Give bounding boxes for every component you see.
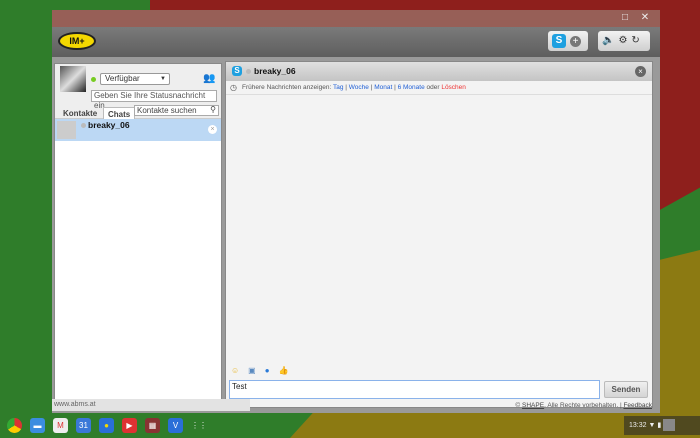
contact-row[interactable]: breaky_06 × <box>55 119 221 141</box>
files-icon[interactable]: ▬ <box>30 418 45 433</box>
image-icon[interactable]: ▣ <box>248 366 256 375</box>
feedback-link[interactable]: Feedback <box>623 402 652 409</box>
profile-section: Verfügbar ▼ 👥 Geben Sie Ihre Statusnachri… <box>55 64 221 120</box>
settings-icon[interactable]: ⚙ <box>618 34 627 48</box>
settings-group: 🔈 ⚙ ↻ <box>598 31 650 51</box>
chat-panel: S breaky_06 × ◷ Frühere Nachrichten anze… <box>225 61 653 408</box>
message-area <box>226 95 652 351</box>
system-tray[interactable]: 13:32 ▼ ▮ <box>624 416 700 435</box>
user-avatar <box>663 419 676 432</box>
delete-history-link[interactable]: Löschen <box>441 84 466 91</box>
contact-name: breaky_06 <box>88 120 130 130</box>
volume-icon[interactable]: 🔈 <box>602 34 614 48</box>
status-value: Verfügbar <box>105 74 140 83</box>
send-button[interactable]: Senden <box>604 381 648 398</box>
contact-search-input[interactable]: Kontakte suchen ⚲ <box>134 105 219 116</box>
nudge-icon[interactable]: ● <box>265 366 270 375</box>
accounts-group: S + <box>548 31 588 51</box>
close-chat-icon[interactable]: × <box>635 66 646 77</box>
search-icon[interactable]: ⚲ <box>210 105 216 114</box>
wifi-icon: ▼ <box>648 422 656 429</box>
history-day-link[interactable]: Tag <box>333 84 343 91</box>
search-placeholder: Kontakte suchen <box>137 106 197 115</box>
add-account-icon[interactable]: + <box>570 35 581 47</box>
history-week-link[interactable]: Woche <box>349 84 369 91</box>
maximize-icon[interactable]: □ <box>618 12 632 24</box>
or-text: oder <box>426 84 440 91</box>
thumbs-up-icon[interactable]: 👍 <box>279 366 289 375</box>
battery-icon: ▮ <box>657 422 662 429</box>
title-bar[interactable]: □ ✕ <box>52 10 660 27</box>
history-6months-link[interactable]: 6 Monate <box>398 84 425 91</box>
dropdown-arrow-icon: ▼ <box>160 76 166 82</box>
clock-time: 13:32 <box>629 422 647 429</box>
chat-contact-name: breaky_06 <box>254 66 296 76</box>
skype-icon[interactable]: S <box>552 34 566 48</box>
youtube-icon[interactable]: ▶ <box>122 418 137 433</box>
contacts-panel: Verfügbar ▼ 👥 Geben Sie Ihre Statusnachri… <box>54 63 222 408</box>
taskbar: ▬ M 31 ● ▶ ▦ V ⋮⋮ <box>0 413 700 438</box>
skype-icon: S <box>232 66 242 76</box>
status-indicator <box>91 77 96 82</box>
clock-icon: ◷ <box>230 83 237 92</box>
chrome-icon[interactable] <box>7 418 22 433</box>
footer-copyright: © SHAPE. Alle Rechte vorbehalten. | Feed… <box>515 402 652 409</box>
close-window-icon[interactable]: ✕ <box>638 12 652 24</box>
photo-booth-icon[interactable]: ▦ <box>145 418 160 433</box>
close-chat-icon[interactable]: × <box>208 125 217 134</box>
im-plus-logo: IM+ <box>58 32 96 50</box>
group-chat-icon[interactable]: 👥 <box>203 73 215 84</box>
contact-status-icon <box>246 69 251 74</box>
history-label: Frühere Nachrichten anzeigen: <box>242 84 332 91</box>
app-header: IM+ S + 🔈 ⚙ ↻ <box>52 27 660 57</box>
gmail-icon[interactable]: M <box>53 418 68 433</box>
message-toolbar: ☺ ▣ ● 👍 <box>231 366 289 375</box>
contact-status-icon <box>81 123 86 128</box>
im-plus-icon[interactable]: ● <box>99 418 114 433</box>
footer-url: www.abms.at <box>52 399 250 411</box>
app-window: □ ✕ IM+ S + 🔈 ⚙ ↻ Verfügbar ▼ 👥 Geben Sie… <box>52 10 660 413</box>
status-message-input[interactable]: Geben Sie Ihre Statusnachricht ein <box>91 90 217 110</box>
app-v-icon[interactable]: V <box>168 418 183 433</box>
rights-text: . Alle Rechte vorbehalten. | <box>544 402 624 409</box>
emoticon-icon[interactable]: ☺ <box>231 366 239 375</box>
chat-header: S breaky_06 × <box>226 62 652 81</box>
avatar[interactable] <box>60 66 86 92</box>
contact-avatar <box>57 121 76 139</box>
calendar-icon[interactable]: 31 <box>76 418 91 433</box>
app-launcher-icon[interactable]: ⋮⋮ <box>191 418 207 433</box>
history-bar: ◷ Frühere Nachrichten anzeigen: Tag | Wo… <box>226 81 652 95</box>
message-input[interactable]: Test <box>229 380 600 399</box>
logout-icon[interactable]: ↻ <box>631 34 639 48</box>
history-month-link[interactable]: Monat <box>374 84 392 91</box>
shape-link[interactable]: SHAPE <box>522 402 544 409</box>
status-select[interactable]: Verfügbar ▼ <box>100 73 170 85</box>
